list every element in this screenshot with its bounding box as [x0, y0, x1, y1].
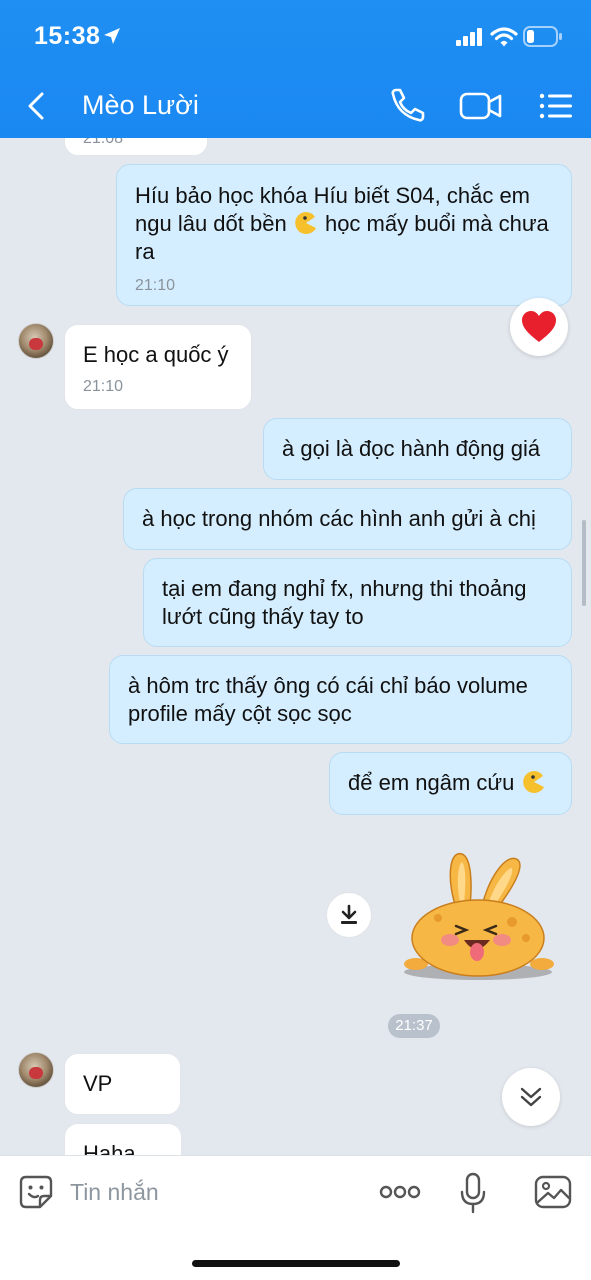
home-indicator[interactable] — [192, 1260, 400, 1267]
wifi-icon — [490, 27, 518, 47]
conversation-menu-button[interactable] — [536, 86, 576, 126]
message-input[interactable] — [70, 1176, 360, 1208]
sticker-button[interactable] — [18, 1174, 54, 1210]
voice-call-button[interactable] — [384, 86, 428, 126]
scroll-to-bottom-button[interactable] — [502, 1068, 560, 1126]
chat-header: 15:38 Mèo Lười — [0, 0, 591, 138]
message-outgoing[interactable]: tại em đang nghỉ fx, nhưng thi thoảng lư… — [143, 558, 572, 647]
video-call-button[interactable] — [458, 86, 504, 126]
composer-bar — [0, 1155, 591, 1280]
message-incoming[interactable]: E học a quốc ý 21:10 — [64, 324, 252, 410]
message-time: 21:08 — [83, 138, 124, 147]
bunny-sticker[interactable] — [398, 846, 558, 986]
message-incoming[interactable]: VP — [64, 1053, 181, 1115]
message-text: tại em đang nghỉ fx, nhưng thi thoảng lư… — [162, 576, 527, 629]
message-incoming[interactable]: 21:08 — [64, 138, 208, 156]
pacman-emoji-icon — [295, 212, 316, 234]
send-image-button[interactable] — [534, 1174, 572, 1210]
nav-bar: Mèo Lười — [0, 76, 591, 136]
double-chevron-down-icon — [520, 1087, 542, 1107]
time-separator: 21:37 — [388, 1014, 440, 1038]
list-menu-icon — [539, 93, 572, 119]
battery-icon — [523, 26, 562, 47]
message-text: à gọi là đọc hành động giá — [282, 436, 541, 461]
cellular-signal-icon — [456, 28, 482, 46]
pacman-emoji-icon — [522, 771, 544, 793]
message-list[interactable]: 21:08 Híu bảo học khóa Híu biết S04, chắ… — [0, 138, 591, 1155]
chevron-left-icon — [28, 92, 44, 120]
download-icon — [341, 904, 357, 924]
message-incoming[interactable]: Haha — [64, 1123, 182, 1155]
download-sticker-button[interactable] — [326, 892, 372, 938]
message-text: à hôm trc thấy ông có cái chỉ báo volume… — [128, 673, 528, 726]
message-text: E học a quốc ý — [83, 342, 229, 367]
conversation-title[interactable]: Mèo Lười — [82, 90, 199, 121]
message-text: Haha — [83, 1141, 136, 1155]
smiley-sticker-icon — [19, 1175, 53, 1209]
message-time: 21:10 — [83, 378, 124, 395]
message-text: à học trong nhóm các hình anh gửi à chị — [142, 506, 536, 531]
message-text-part: để em ngâm cứu — [348, 770, 515, 795]
message-text: để em ngâm cứu — [348, 769, 553, 797]
scrollbar[interactable] — [582, 520, 586, 606]
more-options-button[interactable] — [378, 1180, 422, 1204]
phone-icon — [391, 88, 425, 122]
microphone-icon — [460, 1172, 486, 1214]
message-time: 21:10 — [135, 277, 176, 294]
contact-avatar[interactable] — [18, 323, 54, 359]
message-outgoing[interactable]: Híu bảo học khóa Híu biết S04, chắc em n… — [116, 164, 572, 306]
contact-avatar[interactable] — [18, 1052, 54, 1088]
voice-message-button[interactable] — [458, 1172, 488, 1214]
video-camera-icon — [459, 92, 502, 120]
message-outgoing[interactable]: à gọi là đọc hành động giá — [263, 418, 572, 480]
status-bar: 15:38 — [0, 0, 591, 74]
back-button[interactable] — [16, 86, 56, 126]
location-arrow-icon — [104, 28, 120, 44]
message-outgoing[interactable]: à học trong nhóm các hình anh gửi à chị — [123, 488, 572, 550]
message-outgoing[interactable]: để em ngâm cứu — [329, 752, 572, 815]
more-dots-icon — [379, 1185, 421, 1199]
message-text: Híu bảo học khóa Híu biết S04, chắc em n… — [135, 182, 553, 266]
status-time: 15:38 — [34, 22, 101, 50]
heart-reaction[interactable] — [510, 298, 568, 356]
message-outgoing[interactable]: à hôm trc thấy ông có cái chỉ báo volume… — [109, 655, 572, 744]
image-gallery-icon — [534, 1175, 572, 1209]
heart-icon — [522, 311, 556, 342]
message-text: VP — [83, 1071, 113, 1096]
